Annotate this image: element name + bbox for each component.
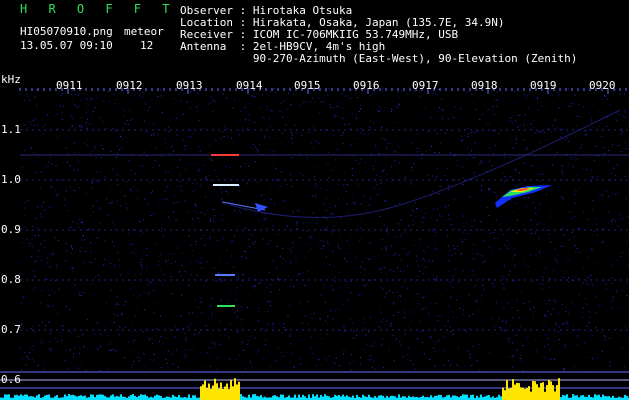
x-tick-label: 0911 (56, 79, 83, 92)
meteor-label: meteor (124, 25, 164, 38)
x-tick-label: 0912 (116, 79, 143, 92)
meteor-count: 12 (140, 39, 154, 52)
x-tick-label: 0914 (236, 79, 263, 92)
y-tick-label: 0.7 (1, 323, 21, 336)
x-tick-label: 0919 (530, 79, 557, 92)
level-meter (0, 371, 629, 400)
x-tick-label: 0920 (589, 79, 616, 92)
y-tick-label: 0.6 (1, 373, 21, 386)
app-title: H R O F F T (20, 2, 177, 16)
x-tick-label: 0916 (353, 79, 380, 92)
y-tick-label: 1.1 (1, 123, 21, 136)
x-tick-label: 0917 (412, 79, 439, 92)
filename: HI05070910.png (20, 25, 113, 38)
faint-trace (229, 109, 621, 218)
y-tick-label: 0.8 (1, 273, 21, 286)
meteor-echo-0918 (495, 185, 552, 208)
antenna-line-2: 90-270-Azimuth (East-West), 90-Elevation… (180, 52, 578, 65)
y-tick-label: 1.0 (1, 173, 21, 186)
y-axis-unit: kHz (1, 73, 21, 86)
x-tick-label: 0918 (471, 79, 498, 92)
x-tick-label: 0913 (176, 79, 203, 92)
x-tick-label: 0915 (294, 79, 321, 92)
y-tick-label: 0.9 (1, 223, 21, 236)
datetime: 13.05.07 09:10 (20, 39, 113, 52)
